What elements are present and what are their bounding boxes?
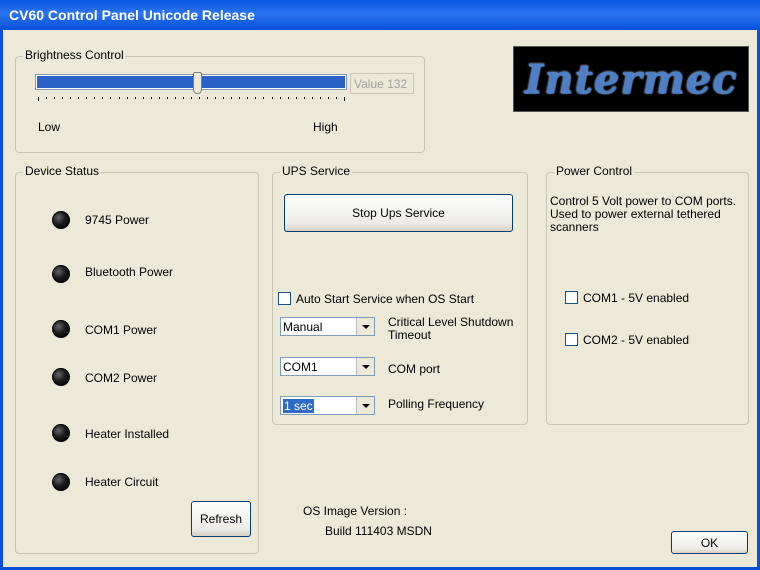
status-label-com2-power: COM2 Power	[85, 371, 158, 385]
chevron-down-icon[interactable]	[356, 358, 374, 375]
slider-tick	[296, 97, 297, 99]
slider-tick	[78, 97, 79, 99]
slider-thumb[interactable]	[193, 72, 202, 94]
polling-frequency-label: Polling Frequency	[388, 397, 485, 411]
slider-tick	[46, 97, 47, 99]
slider-tick	[328, 97, 329, 99]
slider-tick	[272, 97, 273, 99]
slider-tick	[167, 97, 168, 99]
slider-tick	[223, 97, 224, 99]
refresh-button[interactable]: Refresh	[191, 501, 251, 537]
os-build-value: Build 111403 MSDN	[325, 524, 432, 538]
com1-5v-checkbox[interactable]	[565, 291, 578, 304]
slider-ticks	[38, 97, 345, 101]
ok-button[interactable]: OK	[671, 531, 748, 554]
brightness-high-label: High	[313, 120, 338, 134]
slider-tick	[135, 97, 136, 99]
slider-fill	[37, 76, 345, 88]
device-status-group: Device Status	[15, 164, 259, 554]
slider-tick	[199, 97, 200, 99]
polling-frequency-dropdown[interactable]: 1 sec	[280, 396, 375, 415]
chevron-down-icon[interactable]	[356, 318, 374, 335]
status-label-heater-circuit: Heater Circuit	[85, 475, 159, 489]
slider-tick	[86, 97, 87, 99]
slider-tick	[247, 97, 248, 99]
com1-5v-label: COM1 - 5V enabled	[583, 291, 690, 305]
led-indicator	[52, 424, 70, 442]
slider-tick	[344, 97, 345, 101]
led-indicator	[52, 265, 70, 283]
slider-tick	[102, 97, 103, 99]
slider-tick	[143, 97, 144, 99]
slider-tick	[255, 97, 256, 99]
com-port-dropdown[interactable]: COM1	[280, 357, 375, 376]
led-indicator	[52, 320, 70, 338]
led-indicator	[52, 211, 70, 229]
title-bar[interactable]: CV60 Control Panel Unicode Release	[0, 0, 760, 30]
slider-tick	[110, 97, 111, 99]
stop-ups-service-button[interactable]: Stop Ups Service	[284, 194, 513, 232]
com2-5v-checkbox[interactable]	[565, 333, 578, 346]
slider-tick	[215, 97, 216, 99]
brightness-legend: Brightness Control	[23, 48, 126, 62]
power-control-description: Control 5 Volt power to COM ports. Used …	[550, 194, 737, 234]
window-title: CV60 Control Panel Unicode Release	[9, 7, 255, 23]
slider-tick	[159, 97, 160, 99]
com-port-label: COM port	[388, 362, 441, 376]
led-indicator	[52, 473, 70, 491]
brightness-group: Brightness Control	[15, 48, 425, 153]
slider-tick	[127, 97, 128, 99]
slider-tick	[304, 97, 305, 99]
brightness-value-box: Value 132	[350, 73, 414, 94]
brightness-low-label: Low	[38, 120, 61, 134]
slider-tick	[38, 97, 39, 101]
brightness-slider[interactable]	[35, 72, 347, 94]
slider-tick	[70, 97, 71, 99]
auto-start-label: Auto Start Service when OS Start	[296, 292, 475, 306]
slider-tick	[239, 97, 240, 99]
led-indicator	[52, 368, 70, 386]
ups-service-legend: UPS Service	[280, 164, 353, 178]
power-control-legend: Power Control	[554, 164, 635, 178]
device-status-legend: Device Status	[23, 164, 102, 178]
status-label-bluetooth-power: Bluetooth Power	[85, 265, 174, 279]
slider-tick	[94, 97, 95, 99]
slider-tick	[151, 97, 152, 99]
critical-level-label: Critical Level Shutdown Timeout	[388, 315, 514, 342]
slider-track	[35, 74, 347, 90]
slider-tick	[336, 97, 337, 99]
critical-level-dropdown[interactable]: Manual	[280, 317, 375, 336]
slider-tick	[119, 97, 120, 99]
slider-tick	[62, 97, 63, 99]
slider-tick	[288, 97, 289, 99]
status-label-9745-power: 9745 Power	[85, 213, 150, 227]
slider-tick	[263, 97, 264, 99]
status-label-heater-installed: Heater Installed	[85, 427, 170, 441]
slider-tick	[312, 97, 313, 99]
slider-tick	[231, 97, 232, 99]
intermec-logo: Intermec	[513, 46, 749, 112]
os-image-version-label: OS Image Version :	[303, 504, 408, 518]
chevron-down-icon[interactable]	[356, 397, 374, 414]
auto-start-checkbox[interactable]	[278, 292, 291, 305]
slider-tick	[175, 97, 176, 99]
slider-tick	[54, 97, 55, 99]
slider-tick	[280, 97, 281, 99]
com2-5v-label: COM2 - 5V enabled	[583, 333, 690, 347]
slider-tick	[207, 97, 208, 99]
slider-tick	[191, 97, 192, 99]
status-label-com1-power: COM1 Power	[85, 323, 158, 337]
slider-tick	[320, 97, 321, 99]
slider-tick	[183, 97, 184, 99]
